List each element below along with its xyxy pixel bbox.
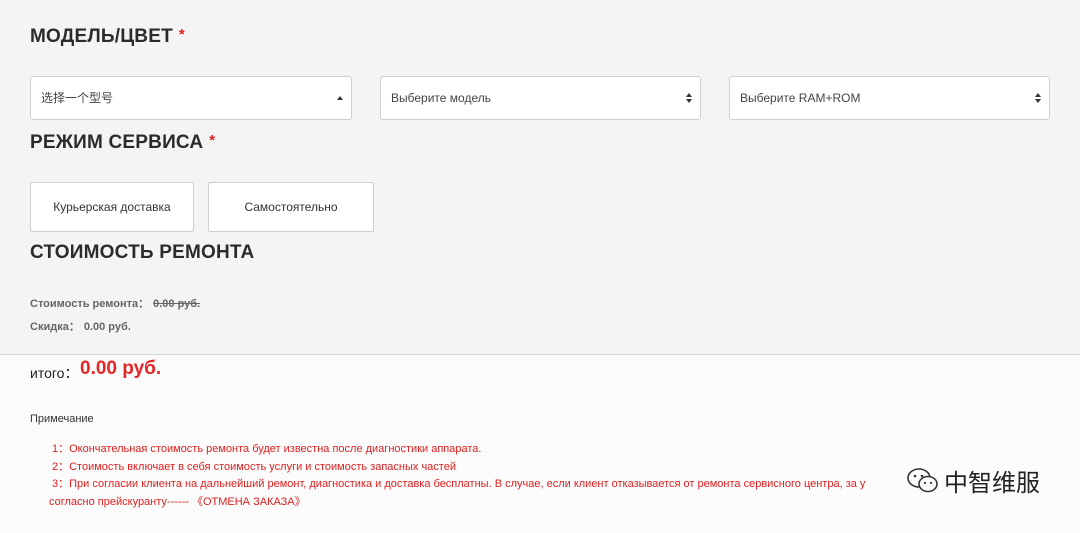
cost-section-title: СТОИМОСТЬ РЕМОНТА <box>30 242 255 263</box>
sort-arrows-icon <box>686 77 692 119</box>
watermark: 中智维服 <box>904 463 1046 498</box>
repair-cost-value: 0.00 руб. <box>153 298 201 310</box>
required-marker: * <box>178 26 185 43</box>
device-type-select[interactable]: 选择一个型号 <box>30 76 352 120</box>
model-select-value: Выберите модель <box>391 91 491 105</box>
total-label: итого： <box>30 365 79 381</box>
caret-up-icon <box>337 77 343 119</box>
memory-select[interactable]: Выберите RAM+ROM <box>729 76 1050 120</box>
wechat-icon <box>907 467 938 492</box>
total-value: 0.00 руб. <box>80 358 162 379</box>
service-title-text: РЕЖИМ СЕРВИСА <box>30 132 204 153</box>
summary-panel: итого： 0.00 руб. Примечание 1：Окончатель… <box>0 354 1080 533</box>
memory-select-value: Выберите RAM+ROM <box>740 91 861 105</box>
discount-value: 0.00 руб. <box>83 321 131 333</box>
self-delivery-button[interactable]: Самостоятельно <box>208 182 374 232</box>
order-form: МОДЕЛЬ/ЦВЕТ * 选择一个型号 Выберите модель Выбе… <box>0 0 1080 354</box>
device-type-select-value: 选择一个型号 <box>41 91 114 105</box>
sort-arrows-icon <box>1035 77 1041 119</box>
discount-label: Скидка： <box>30 321 80 333</box>
watermark-text: 中智维服 <box>944 470 1040 497</box>
note-item: 1：Окончательная стоимость ремонта будет … <box>52 443 482 455</box>
courier-delivery-button[interactable]: Курьерская доставка <box>30 182 194 232</box>
discount-line: Скидка： 0.00 руб. <box>30 318 131 334</box>
repair-cost-line: Стоимость ремонта： 0.00 руб. <box>30 295 200 311</box>
repair-cost-label: Стоимость ремонта： <box>30 298 150 310</box>
model-select[interactable]: Выберите модель <box>380 76 701 120</box>
notes-title: Примечание <box>30 413 94 425</box>
model-title-text: МОДЕЛЬ/ЦВЕТ <box>30 26 173 47</box>
required-marker: * <box>209 132 216 149</box>
model-section-title: МОДЕЛЬ/ЦВЕТ * <box>30 26 185 48</box>
service-section-title: РЕЖИМ СЕРВИСА * <box>30 132 215 154</box>
